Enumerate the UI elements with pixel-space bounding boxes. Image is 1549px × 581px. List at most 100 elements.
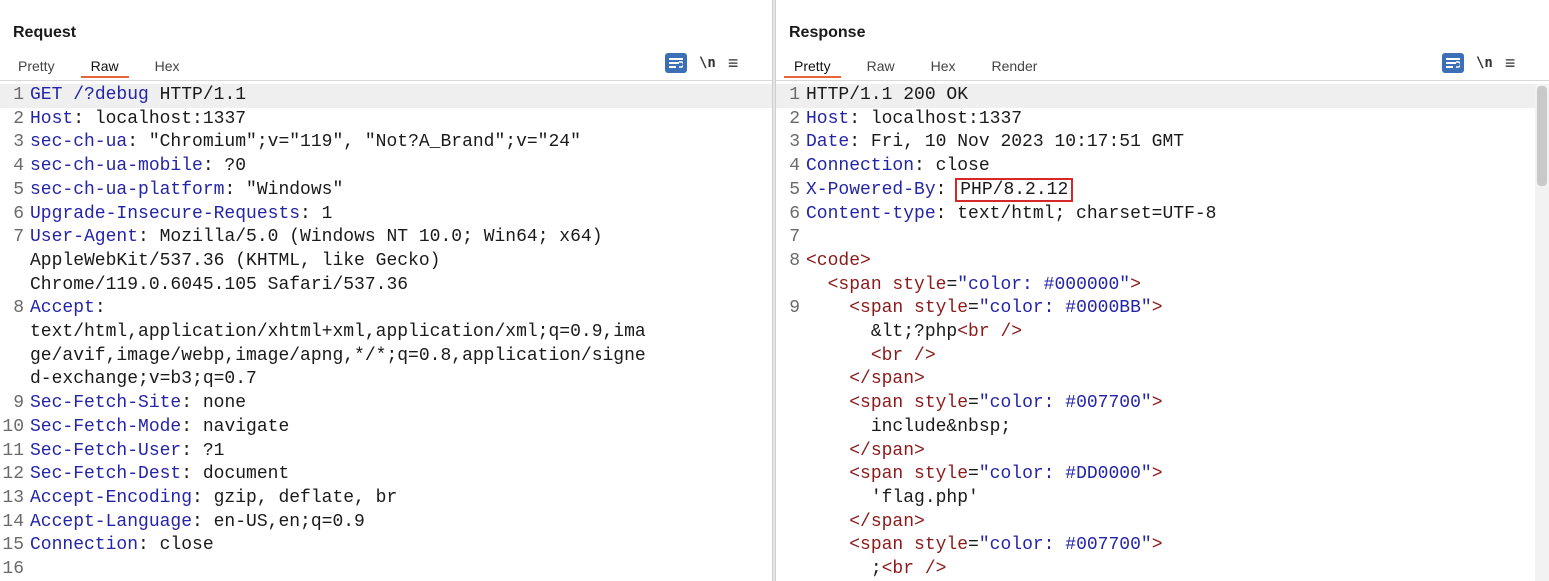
line-number: 4 — [13, 156, 24, 177]
header-name: Sec-Fetch-Mode — [30, 416, 182, 437]
code-token: </span> — [849, 369, 925, 390]
response-scrollbar-thumb[interactable] — [1537, 86, 1547, 186]
show-newlines-button[interactable]: \n — [1476, 55, 1493, 71]
response-line: 2 Host: localhost:1337 — [776, 108, 1549, 132]
header-value: : ?0 — [202, 156, 247, 177]
request-line-code: Accept: text/html,application/xhtml+xml,… — [30, 297, 772, 392]
line-number: 5 — [789, 179, 800, 200]
request-line-code — [30, 558, 772, 581]
request-line-code: Host: localhost:1337 — [30, 108, 772, 132]
response-tabs: Pretty Raw Hex Render — [784, 56, 1063, 80]
request-line-code: sec-ch-ua-mobile: ?0 — [30, 155, 772, 179]
code-token: </span> — [849, 511, 925, 532]
code-token: "color: #0000BB" — [978, 298, 1152, 319]
response-body-line: </span> — [776, 368, 1549, 392]
request-tab-raw[interactable]: Raw — [80, 56, 129, 78]
header-name: Sec-Fetch-Site — [30, 393, 182, 414]
line-number: 10 — [2, 416, 24, 437]
response-line-code: <span style="color: #000000"> — [806, 274, 1549, 298]
response-line-code — [806, 226, 1549, 250]
code-token: include&nbsp; — [870, 416, 1012, 437]
colon: : — [849, 132, 861, 153]
code-token: <br /> — [957, 322, 1023, 343]
code-token: > — [1151, 393, 1163, 414]
response-line-code: X-Powered-By: PHP/8.2.12 — [806, 177, 1549, 203]
header-name: GET /? — [30, 85, 95, 105]
hamburger-menu-icon[interactable]: ≡ — [1505, 54, 1516, 72]
highlighted-header-value: PHP/8.2.12 — [955, 177, 1074, 202]
line-number: 8 — [789, 250, 800, 271]
request-tab-hex[interactable]: Hex — [145, 56, 190, 78]
line-number: 3 — [13, 132, 24, 153]
response-tab-pretty[interactable]: Pretty — [784, 56, 841, 78]
response-body-line: <span style="color: #007700"> — [776, 534, 1549, 558]
header-value: text/html; charset=UTF-8 — [946, 203, 1217, 224]
response-line-code: Date: Fri, 10 Nov 2023 10:17:51 GMT — [806, 131, 1549, 155]
word-wrap-icon[interactable] — [665, 53, 687, 73]
response-line: 5 X-Powered-By: PHP/8.2.12 — [776, 177, 1549, 203]
response-body-line: </span> — [776, 440, 1549, 464]
response-body-line: </span> — [776, 511, 1549, 535]
response-line-code: </span> — [806, 511, 1549, 535]
response-body-line: &lt;?php<br /> — [776, 321, 1549, 345]
request-tab-pretty[interactable]: Pretty — [8, 56, 65, 78]
response-tab-hex[interactable]: Hex — [921, 56, 966, 78]
code-token: "color: #007700" — [978, 393, 1152, 414]
header-name: sec-ch-ua-mobile — [30, 156, 203, 177]
request-line: 4 sec-ch-ua-mobile: ?0 — [0, 155, 772, 179]
response-body-line: <span style="color: #007700"> — [776, 392, 1549, 416]
line-number: 2 — [789, 108, 800, 129]
header-value: : localhost:1337 — [73, 108, 247, 129]
request-line-code: Sec-Fetch-Dest: document — [30, 463, 772, 487]
colon: : — [935, 203, 947, 224]
request-line-code: Sec-Fetch-Site: none — [30, 392, 772, 416]
request-line-code: User-Agent: Mozilla/5.0 (Windows NT 10.0… — [30, 226, 772, 297]
show-newlines-button[interactable]: \n — [699, 55, 716, 71]
response-tab-raw[interactable]: Raw — [857, 56, 905, 78]
code-token: "color: #007700" — [978, 535, 1152, 556]
line-number — [776, 511, 806, 535]
response-line-code: HTTP/1.1 200 OK — [806, 84, 1549, 108]
request-line: 10 Sec-Fetch-Mode: navigate — [0, 416, 772, 440]
response-line-code: ;<br /> — [806, 558, 1549, 581]
colon: : — [849, 108, 861, 129]
request-editor[interactable]: 1 GET /?debug HTTP/1.1 2 Host: localhost:13… — [0, 84, 772, 581]
query-param: debug — [94, 85, 149, 105]
request-toolbar: \n ≡ — [665, 53, 738, 73]
response-body-line: <br /> — [776, 345, 1549, 369]
request-line: 8 Accept: text/html,application/xhtml+xml… — [0, 297, 772, 392]
tab-divider — [0, 80, 772, 81]
header-name: X-Powered-By — [806, 179, 936, 200]
request-line: 15 Connection: close — [0, 534, 772, 558]
tab-divider — [776, 80, 1549, 81]
header-value: : ?1 — [181, 440, 225, 461]
response-line-code: <span style="color: #007700"> — [806, 534, 1549, 558]
code-token: = — [968, 464, 979, 485]
response-line-code: &lt;?php<br /> — [806, 321, 1549, 345]
line-number — [776, 345, 806, 369]
request-line: 1 GET /?debug HTTP/1.1 — [0, 84, 772, 108]
response-line-code: Content-type: text/html; charset=UTF-8 — [806, 203, 1549, 227]
response-line-code: include&nbsp; — [806, 416, 1549, 440]
header-name: Content-type — [806, 203, 936, 224]
hamburger-menu-icon[interactable]: ≡ — [728, 54, 739, 72]
line-number — [776, 463, 806, 487]
code-token: <span — [849, 464, 915, 485]
code-token: = — [968, 393, 979, 414]
response-pane: Response Pretty Raw Hex Render \n ≡ 1 HTT… — [776, 0, 1549, 581]
word-wrap-icon[interactable] — [1442, 53, 1464, 73]
request-line: 16 — [0, 558, 772, 581]
response-body-line: 9 <span style="color: #0000BB"> — [776, 297, 1549, 321]
response-editor[interactable]: 1 HTTP/1.1 200 OK 2 Host: localhost:1337 3 Da… — [776, 84, 1549, 581]
response-tab-render[interactable]: Render — [982, 56, 1048, 78]
header-name: sec-ch-ua-platform — [30, 179, 225, 200]
code-token: "color: #DD0000" — [978, 464, 1152, 485]
response-line: 3 Date: Fri, 10 Nov 2023 10:17:51 GMT — [776, 131, 1549, 155]
header-name: Connection — [806, 156, 915, 177]
request-line: 13 Accept-Encoding: gzip, deflate, br — [0, 487, 772, 511]
